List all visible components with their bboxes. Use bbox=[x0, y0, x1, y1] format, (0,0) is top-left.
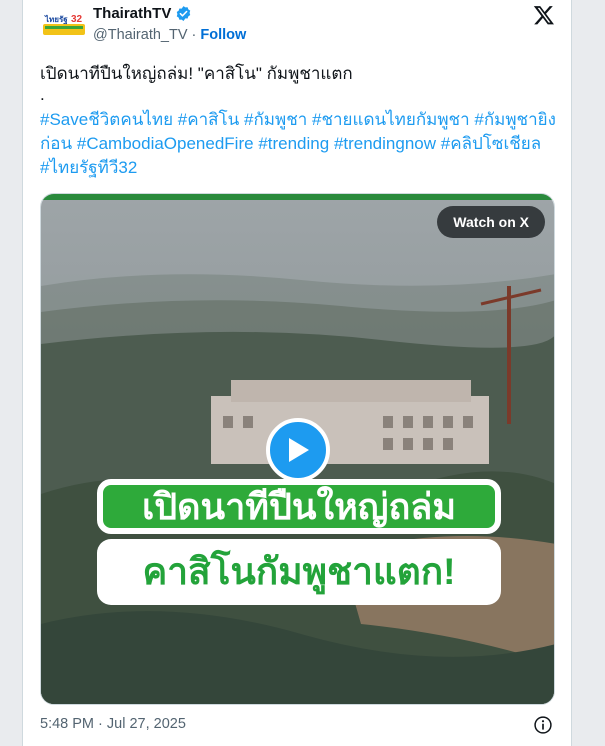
author-display-name[interactable]: ThairathTV bbox=[93, 5, 171, 22]
tweet-headline: เปิดนาทีปืนใหญ่ถล่ม! "คาสิโน" กัมพูชาแตก bbox=[40, 64, 353, 83]
play-button[interactable] bbox=[266, 418, 330, 482]
hashtag-list: #Saveชีวิตคนไทย #คาสิโน #กัมพูชา #ชายแดน… bbox=[40, 108, 560, 180]
hashtag-link[interactable]: #คาสิโน bbox=[178, 110, 240, 129]
hashtag-link[interactable]: #กัมพูชา bbox=[244, 110, 307, 129]
hashtag-link[interactable]: #ชายแดนไทยกัมพูชา bbox=[312, 110, 470, 129]
author-handle[interactable]: @Thairath_TV bbox=[93, 27, 188, 43]
svg-text:32: 32 bbox=[71, 14, 83, 25]
post-timestamp[interactable]: 5:48 PM · Jul 27, 2025 bbox=[40, 716, 186, 732]
hashtag-link[interactable]: #CambodiaOpenedFire bbox=[77, 134, 254, 153]
verified-badge-icon bbox=[177, 6, 191, 21]
thairath-logo-icon: ไทยรัฐ 32 bbox=[41, 8, 87, 38]
author-handle-row: @Thairath_TV · Follow bbox=[93, 27, 246, 43]
video-player[interactable]: Watch on X เปิดนาทีปืนใหญ่ถล่ม คาสิโนกัม… bbox=[40, 193, 555, 705]
hashtag-link[interactable]: #trending bbox=[258, 134, 329, 153]
info-icon[interactable] bbox=[533, 715, 553, 735]
follow-button[interactable]: Follow bbox=[200, 27, 246, 43]
watch-on-x-button[interactable]: Watch on X bbox=[437, 206, 545, 238]
video-caption-line1: เปิดนาทีปืนใหญ่ถล่ม bbox=[97, 479, 501, 534]
author-name-row: ThairathTV bbox=[93, 5, 192, 22]
hashtag-link[interactable]: #คลิปโซเชียล bbox=[441, 134, 541, 153]
x-logo-icon[interactable] bbox=[533, 4, 555, 26]
svg-text:ไทยรัฐ: ไทยรัฐ bbox=[44, 14, 68, 25]
play-icon bbox=[289, 438, 309, 462]
hashtag-link[interactable]: #ไทยรัฐทีวี32 bbox=[40, 158, 137, 177]
tweet-text: เปิดนาทีปืนใหญ่ถล่ม! "คาสิโน" กัมพูชาแตก… bbox=[40, 62, 560, 180]
video-caption-line2: คาสิโนกัมพูชาแตก! bbox=[97, 539, 501, 605]
author-avatar[interactable]: ไทยรัฐ 32 bbox=[41, 8, 87, 38]
hashtag-link[interactable]: #Saveชีวิตคนไทย bbox=[40, 110, 173, 129]
embedded-post-card: ไทยรัฐ 32 ThairathTV @Thairath_TV · Foll… bbox=[22, 0, 572, 746]
tweet-dot: . bbox=[40, 85, 45, 104]
hashtag-link[interactable]: #trendingnow bbox=[334, 134, 436, 153]
